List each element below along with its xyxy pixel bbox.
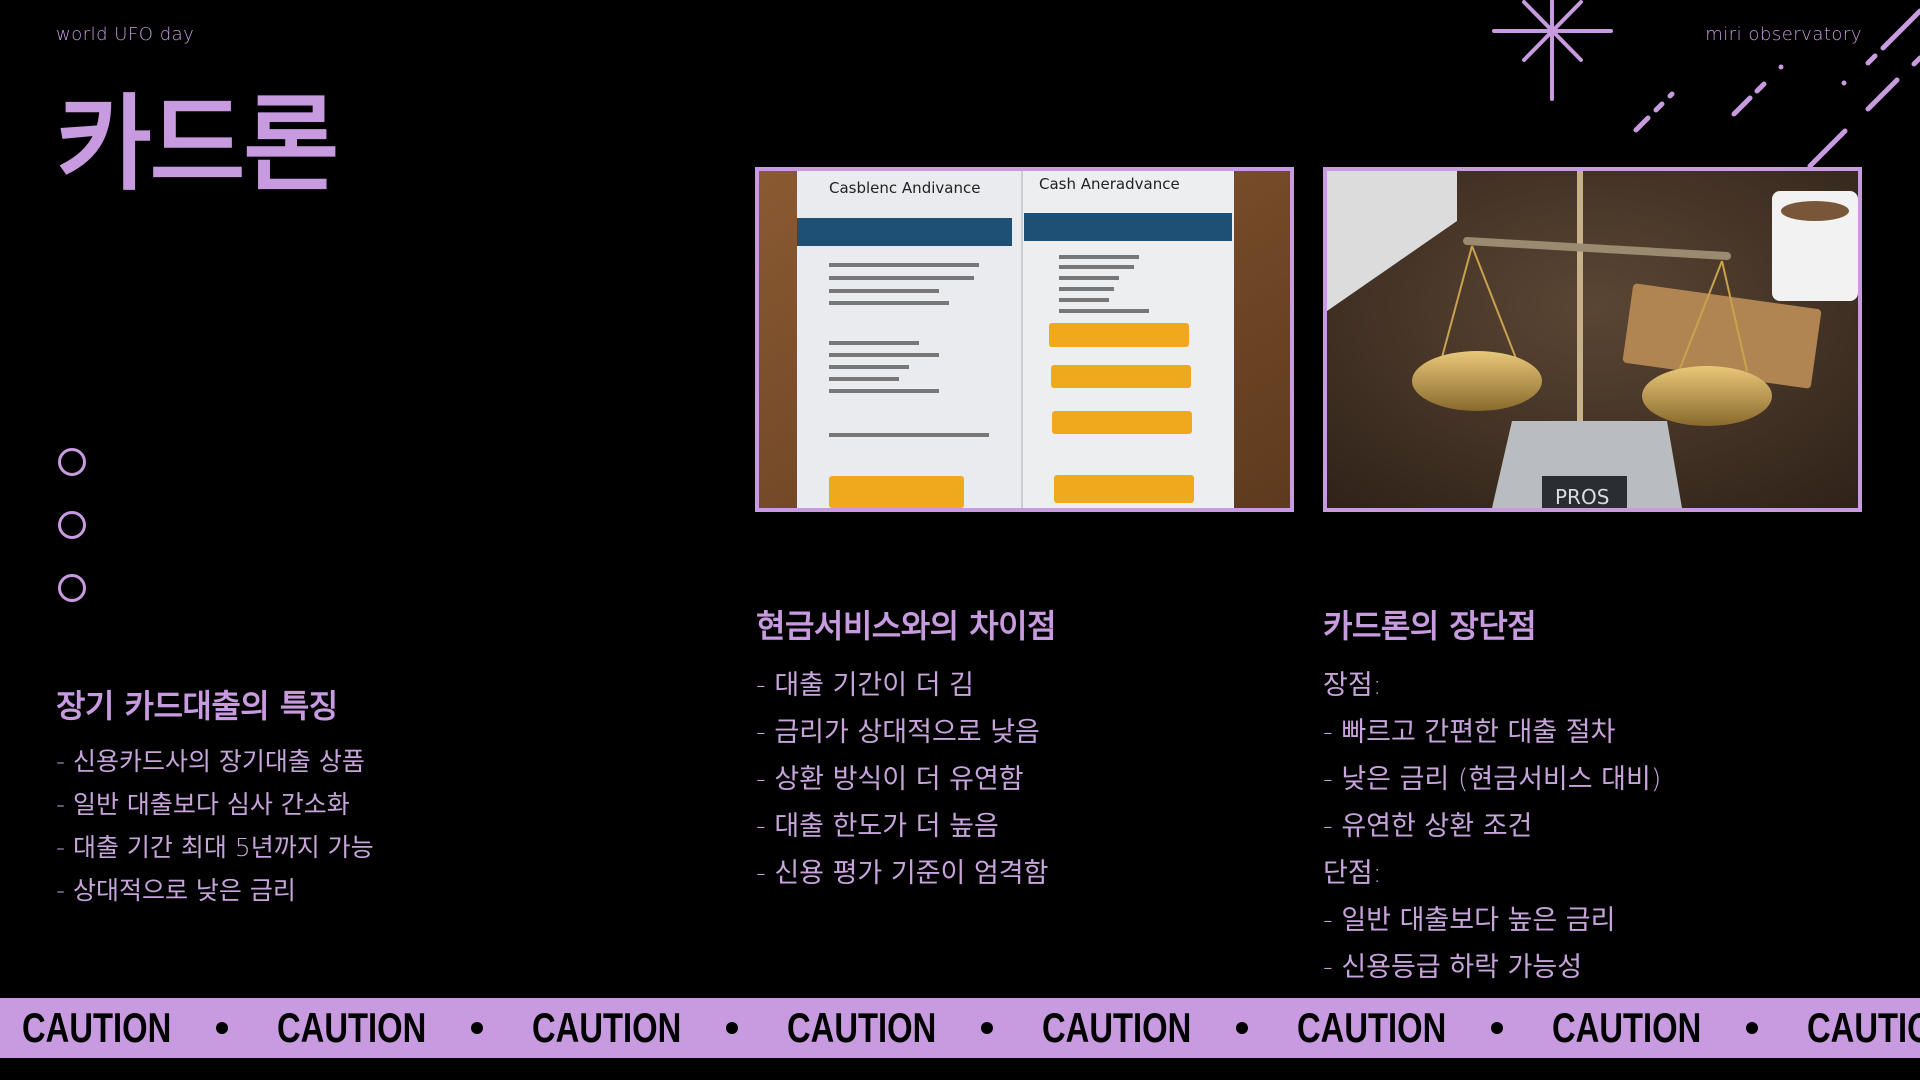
ring-icon [58, 574, 86, 602]
bullet-dot-icon [1746, 1022, 1758, 1034]
list-item: - 일반 대출보다 높은 금리 [1323, 905, 1616, 936]
list-item: - 금리가 상대적으로 낮음 [756, 717, 1040, 748]
caution-word: CAUTION [277, 1004, 427, 1051]
list-item: - 대출 한도가 더 높음 [756, 811, 999, 842]
list-item: - 대출 기간이 더 김 [756, 670, 974, 701]
bullet-dot-icon [471, 1022, 483, 1034]
ring-icon [58, 511, 86, 539]
features-heading: 장기 카드대출의 특징 [56, 687, 338, 725]
pros-label: 장점: [1323, 670, 1382, 701]
caution-tape-band: CAUTION CAUTION CAUTION CAUTION CAUTION CAUTI… [0, 998, 1920, 1058]
caution-item: CAUTION [22, 1004, 277, 1052]
caution-word: CAUTION [1042, 1004, 1192, 1051]
bullet-dot-icon [726, 1022, 738, 1034]
caution-word: CAUTION [1807, 1004, 1920, 1051]
caution-word: CAUTION [1297, 1004, 1447, 1051]
sparkle-star-icon [1492, 0, 1613, 101]
differences-list: - 대출 기간이 더 김 - 금리가 상대적으로 낮음 - 상환 방식이 더 유… [756, 662, 1056, 897]
caution-item: CAUTION [1807, 1004, 1920, 1052]
caution-word: CAUTION [532, 1004, 682, 1051]
ring-icon [58, 448, 86, 476]
balance-scale-photo: PROS [1323, 167, 1862, 512]
bullet-dot-icon [216, 1022, 228, 1034]
brand-left-label: world UFO day [56, 24, 195, 45]
differences-section: 현금서비스와의 차이점 - 대출 기간이 더 김 - 금리가 상대적으로 낮음 … [756, 606, 1057, 897]
bullet-dot-icon [1236, 1022, 1248, 1034]
list-item: - 대출 기간 최대 5년까지 가능 [56, 833, 374, 862]
list-item: - 신용 평가 기준이 엄격함 [756, 858, 1049, 889]
list-item: - 신용등급 하락 가능성 [1323, 952, 1583, 983]
caution-item: CAUTION [1552, 1004, 1807, 1052]
page-title: 카드론 [56, 83, 339, 205]
caution-item: CAUTION [1042, 1004, 1297, 1052]
pros-cons-heading: 카드론의 장단점 [1323, 607, 1537, 645]
caution-word: CAUTION [22, 1004, 172, 1051]
svg-text:Casblenc Andivance: Casblenc Andivance [829, 179, 980, 197]
differences-heading: 현금서비스와의 차이점 [756, 607, 1057, 645]
list-item: - 신용카드사의 장기대출 상품 [56, 747, 365, 776]
list-item: - 낮은 금리 (현금서비스 대비) [1323, 764, 1662, 795]
caution-item: CAUTION [532, 1004, 787, 1052]
cons-label: 단점: [1323, 858, 1382, 889]
list-item: - 빠르고 간편한 대출 절차 [1323, 717, 1616, 748]
caution-track: CAUTION CAUTION CAUTION CAUTION CAUTION CAUTI… [22, 998, 1920, 1058]
pros-cons-list: 장점: - 빠르고 간편한 대출 절차 - 낮은 금리 (현금서비스 대비) -… [1323, 662, 1661, 991]
features-section: 장기 카드대출의 특징 - 신용카드사의 장기대출 상품 - 일반 대출보다 심… [56, 686, 374, 912]
caution-item: CAUTION [277, 1004, 532, 1052]
list-item: - 상환 방식이 더 유연함 [756, 764, 1024, 795]
list-item: - 일반 대출보다 심사 간소화 [56, 790, 350, 819]
caution-item: CAUTION [787, 1004, 1042, 1052]
bullet-dot-icon [981, 1022, 993, 1034]
document-illustration: Casblenc Andivance Cash Aneradvance [759, 171, 1290, 508]
list-item: - 유연한 상환 조건 [1323, 811, 1533, 842]
brand-right-label: miri observatory [1705, 24, 1862, 45]
caution-item: CAUTION [1297, 1004, 1552, 1052]
svg-text:PROS: PROS [1555, 485, 1609, 508]
caution-word: CAUTION [1552, 1004, 1702, 1051]
scale-illustration: PROS [1327, 171, 1858, 508]
svg-text:Cash Aneradvance: Cash Aneradvance [1039, 175, 1180, 193]
bullet-dot-icon [1491, 1022, 1503, 1034]
list-item: - 상대적으로 낮은 금리 [56, 876, 296, 905]
caution-word: CAUTION [787, 1004, 937, 1051]
cash-advance-document-photo: Casblenc Andivance Cash Aneradvance [755, 167, 1294, 512]
features-list: - 신용카드사의 장기대출 상품 - 일반 대출보다 심사 간소화 - 대출 기… [56, 740, 374, 912]
pros-cons-section: 카드론의 장단점 장점: - 빠르고 간편한 대출 절차 - 낮은 금리 (현금… [1323, 606, 1661, 991]
